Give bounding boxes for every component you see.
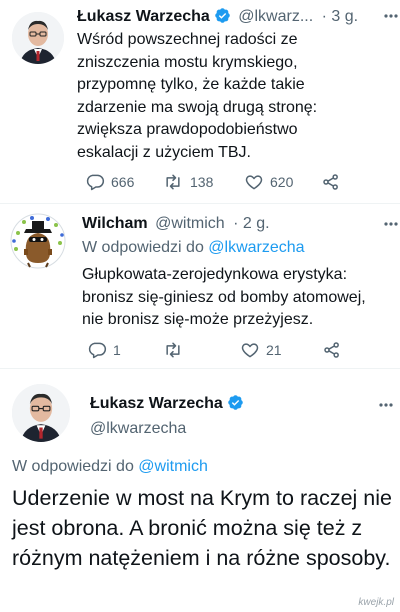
author-name[interactable]: Łukasz Warzecha [90,395,223,412]
reply-prefix: W odpowiedzi do [12,458,134,475]
reply-context: W odpowiedzi do @witmich [12,458,208,476]
retweet-icon [166,174,180,190]
tweet-2[interactable]: Wilcham @witmich · 2 g. W odpowiedzi do … [0,204,400,368]
retweet-count: 138 [190,174,214,190]
reply-mention-link[interactable]: @lkwarzecha [208,239,304,256]
like-button[interactable]: 620 [244,172,293,192]
verified-badge-icon [227,394,244,416]
verified-badge-icon [214,7,231,29]
share-icon [324,342,339,358]
author-avatar[interactable] [12,12,64,64]
author-handle[interactable]: @lkwarz... [238,8,313,25]
reply-count: 1 [113,342,121,358]
tweet-header: Wilcham @witmich · 2 g. [82,215,270,233]
tweet-3-focused[interactable]: Łukasz Warzecha @lkwarzecha W odpowiedzi… [0,369,400,612]
tweet-text: Uderzenie w most na Krym to raczej nie j… [12,486,392,570]
avatar-portrait-icon [12,12,64,64]
reply-icon [86,174,105,191]
reply-count: 666 [111,174,135,190]
watermark: kwejk.pl [358,597,394,608]
more-options-icon[interactable] [383,8,399,29]
tweet-time[interactable]: · 2 g. [233,215,269,232]
more-options-icon[interactable] [378,397,394,418]
retweet-button[interactable]: 138 [162,172,213,192]
tweet-time[interactable]: · 3 g. [322,8,358,25]
like-icon [245,175,263,190]
like-count: 620 [270,174,294,190]
more-options-icon[interactable] [383,216,399,237]
reply-button[interactable]: 666 [85,172,134,192]
retweet-button[interactable] [162,340,184,360]
tweet-header: Łukasz Warzecha [90,394,244,416]
share-button[interactable] [321,172,341,192]
author-handle[interactable]: @witmich [155,215,225,232]
retweet-icon [166,342,180,358]
avatar-mascot-icon [10,213,66,269]
author-avatar[interactable] [12,384,70,442]
author-name[interactable]: Łukasz Warzecha [77,8,210,25]
share-icon [323,174,338,190]
tweet-actions: 1 21 [82,340,382,362]
author-avatar[interactable] [10,213,66,269]
author-handle-row: @lkwarzecha [90,420,186,438]
reply-prefix: W odpowiedzi do [82,239,204,256]
like-count: 21 [266,342,282,358]
tweet-header: Łukasz Warzecha @lkwarz... · 3 g. [77,7,358,29]
tweet-actions: 666 138 620 [77,172,377,194]
tweet-text: Wśród powszechnej radości ze zniszczenia… [77,31,318,161]
reply-context: W odpowiedzi do @lkwarzecha [82,239,305,257]
avatar-portrait-icon [12,384,70,442]
tweet-1[interactable]: Łukasz Warzecha @lkwarz... · 3 g. Wśród … [0,0,400,203]
author-handle[interactable]: @lkwarzecha [90,420,186,437]
reply-icon [88,342,107,359]
like-icon [241,343,259,358]
reply-mention-link[interactable]: @witmich [138,458,208,475]
tweet-text: Głupkowata-zerojedynkowa erystyka: broni… [82,266,366,329]
like-button[interactable]: 21 [240,340,282,360]
author-name[interactable]: Wilcham [82,215,148,232]
reply-button[interactable]: 1 [87,340,121,360]
share-button[interactable] [322,340,342,360]
